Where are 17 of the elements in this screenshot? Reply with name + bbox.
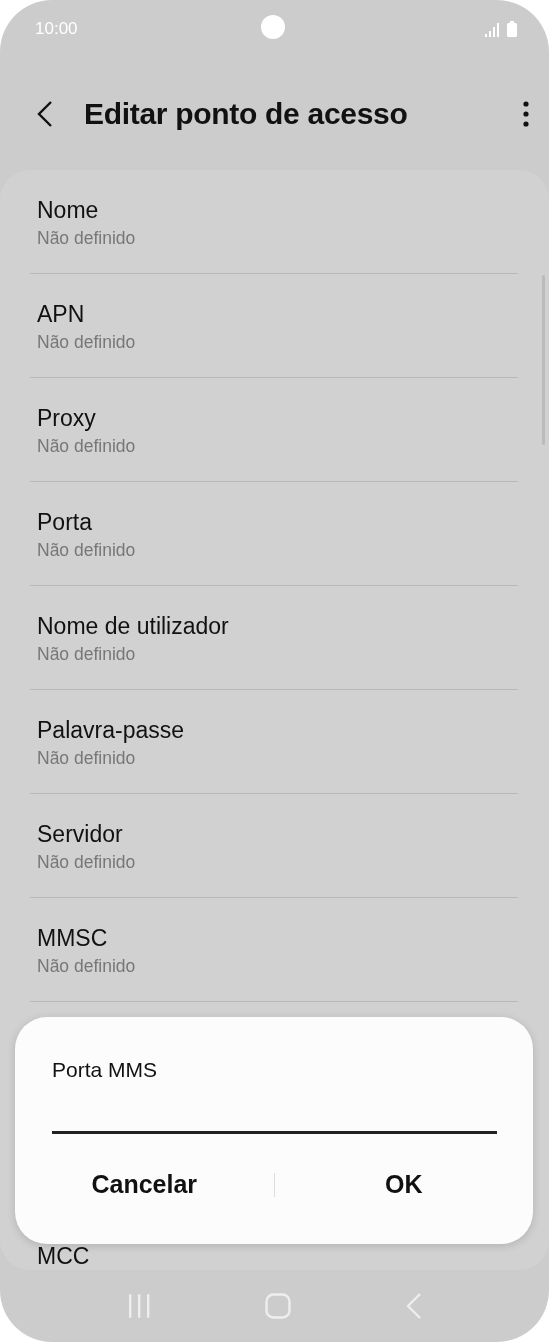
setting-item[interactable]: APN Não definido: [30, 274, 518, 378]
page-title: Editar ponto de acesso: [84, 97, 409, 131]
cancel-button[interactable]: Cancelar: [15, 1162, 274, 1207]
dialog-title: Porta MMS: [52, 1057, 159, 1083]
setting-item[interactable]: Servidor Não definido: [30, 794, 518, 898]
back-button[interactable]: [36, 100, 54, 128]
setting-item[interactable]: Palavra-passe Não definido: [30, 690, 518, 794]
ok-button[interactable]: OK: [274, 1162, 533, 1207]
signal-icon: [485, 23, 501, 37]
battery-icon: [507, 21, 517, 37]
camera-hole-icon: [261, 15, 285, 39]
setting-item[interactable]: Nome de utilizador Não definido: [30, 586, 518, 690]
setting-item[interactable]: Proxy Não definido: [30, 378, 518, 482]
setting-item[interactable]: Nome Não definido: [30, 170, 518, 274]
setting-item[interactable]: Porta Não definido: [30, 482, 518, 586]
more-options-button[interactable]: [523, 101, 529, 127]
setting-item[interactable]: MMSC Não definido: [30, 898, 518, 1002]
